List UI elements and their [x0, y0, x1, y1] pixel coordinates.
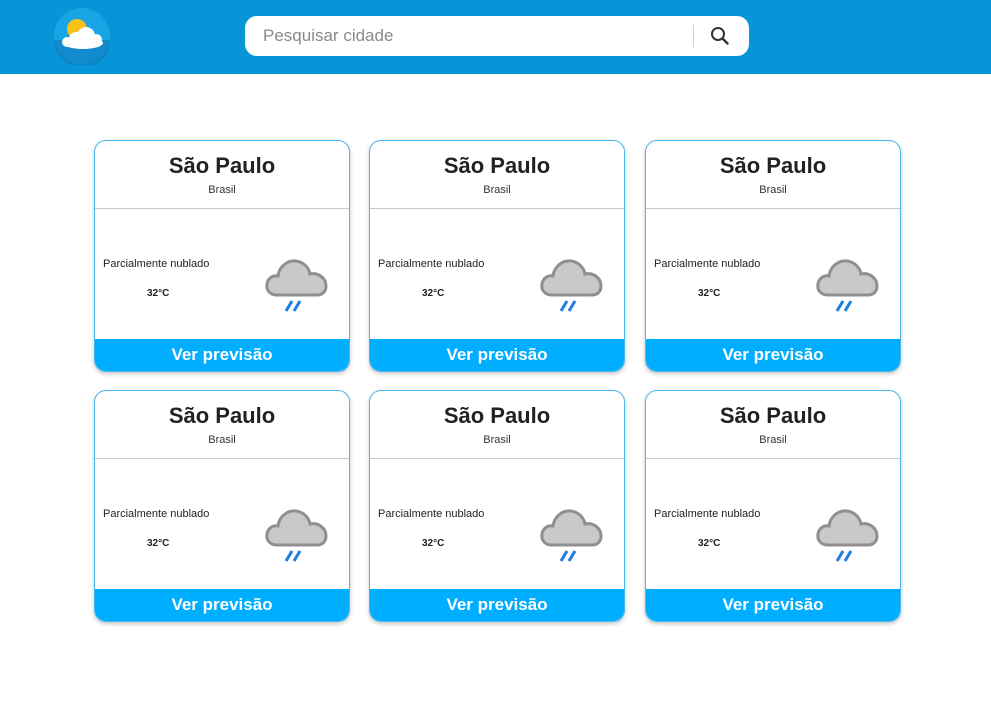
search-bar — [245, 16, 749, 56]
view-forecast-button[interactable]: Ver previsão — [370, 339, 624, 371]
city-card: São Paulo Brasil Parcialmente nublado 32… — [94, 140, 350, 372]
city-name: São Paulo — [168, 153, 276, 178]
city-name: São Paulo — [168, 403, 276, 428]
view-forecast-button[interactable]: Ver previsão — [646, 339, 900, 371]
weather-condition: Parcialmente nublado — [654, 508, 761, 520]
card-divider — [370, 458, 624, 459]
search-input[interactable] — [263, 16, 683, 56]
rain-cloud-icon — [263, 251, 331, 317]
country-name: Brasil — [483, 184, 511, 196]
rain-cloud-icon — [538, 251, 606, 317]
card-divider — [646, 208, 900, 209]
country-name: Brasil — [208, 434, 236, 446]
view-forecast-button[interactable]: Ver previsão — [95, 589, 349, 621]
sun-cloud-logo-icon[interactable] — [53, 7, 111, 68]
country-name: Brasil — [759, 434, 787, 446]
rain-cloud-icon — [814, 251, 882, 317]
city-card: São Paulo Brasil Parcialmente nublado 32… — [94, 390, 350, 622]
search-icon — [711, 27, 729, 45]
weather-condition: Parcialmente nublado — [103, 508, 210, 520]
city-card: São Paulo Brasil Parcialmente nublado 32… — [645, 390, 901, 622]
weather-condition: Parcialmente nublado — [654, 258, 761, 270]
app-header — [0, 0, 991, 74]
search-divider — [693, 25, 694, 47]
city-card: São Paulo Brasil Parcialmente nublado 32… — [645, 140, 901, 372]
country-name: Brasil — [483, 434, 511, 446]
city-card-grid: São Paulo Brasil Parcialmente nublado 32… — [94, 140, 901, 622]
weather-condition: Parcialmente nublado — [103, 258, 210, 270]
temperature: 32°C — [422, 288, 445, 299]
card-divider — [95, 458, 349, 459]
temperature: 32°C — [698, 538, 721, 549]
city-card: São Paulo Brasil Parcialmente nublado 32… — [369, 390, 625, 622]
weather-condition: Parcialmente nublado — [378, 258, 485, 270]
city-name: São Paulo — [443, 153, 551, 178]
card-divider — [646, 458, 900, 459]
card-divider — [95, 208, 349, 209]
city-name: São Paulo — [443, 403, 551, 428]
temperature: 32°C — [422, 538, 445, 549]
city-name: São Paulo — [719, 153, 827, 178]
rain-cloud-icon — [263, 501, 331, 567]
city-name: São Paulo — [719, 403, 827, 428]
card-divider — [370, 208, 624, 209]
search-button[interactable] — [707, 24, 733, 48]
temperature: 32°C — [698, 288, 721, 299]
temperature: 32°C — [147, 538, 170, 549]
view-forecast-button[interactable]: Ver previsão — [646, 589, 900, 621]
temperature: 32°C — [147, 288, 170, 299]
country-name: Brasil — [208, 184, 236, 196]
city-card: São Paulo Brasil Parcialmente nublado 32… — [369, 140, 625, 372]
country-name: Brasil — [759, 184, 787, 196]
view-forecast-button[interactable]: Ver previsão — [370, 589, 624, 621]
weather-condition: Parcialmente nublado — [378, 508, 485, 520]
rain-cloud-icon — [538, 501, 606, 567]
view-forecast-button[interactable]: Ver previsão — [95, 339, 349, 371]
rain-cloud-icon — [814, 501, 882, 567]
